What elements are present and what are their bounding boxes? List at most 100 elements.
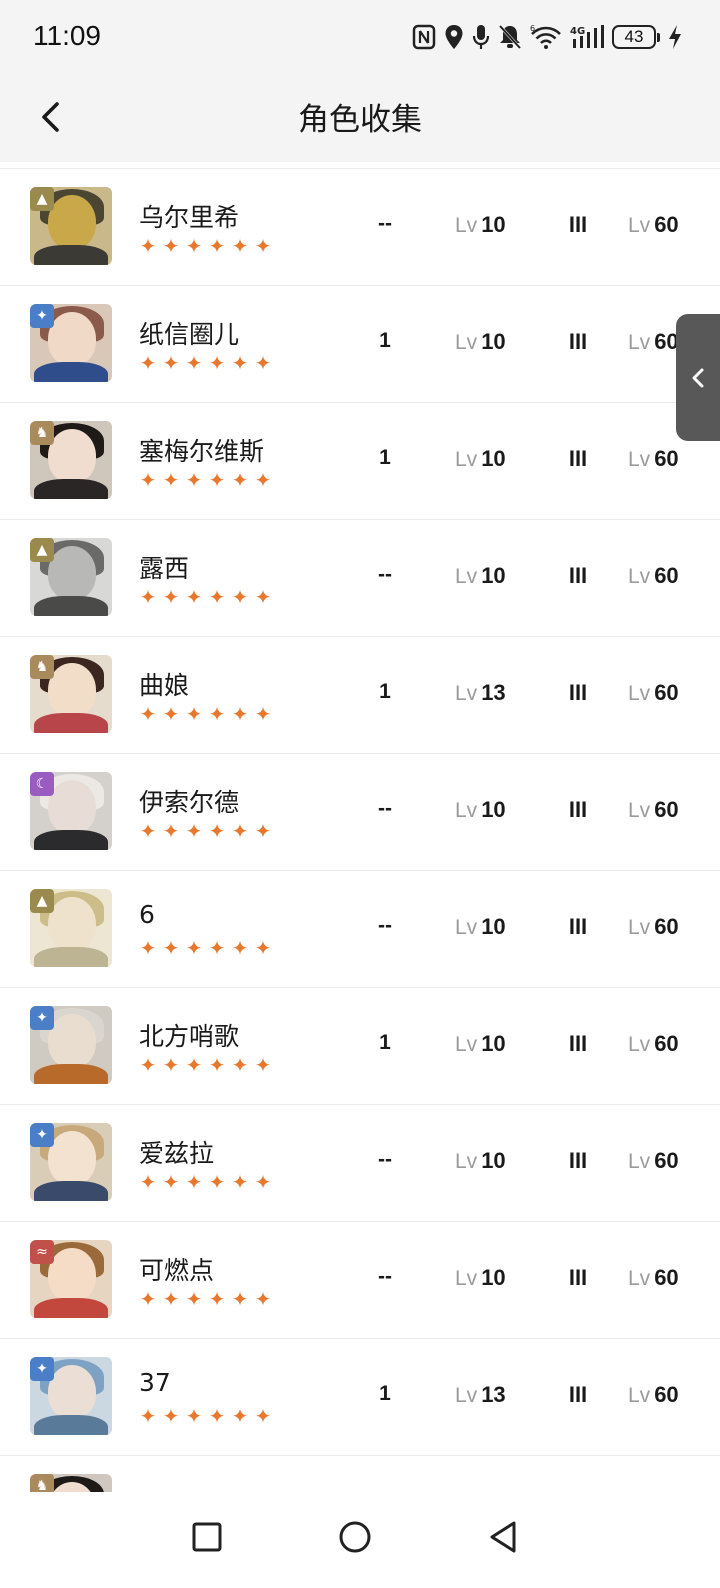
star-icon: ✦ xyxy=(30,1123,54,1147)
location-icon xyxy=(445,25,463,49)
character-name: 爱兹拉 xyxy=(139,1139,215,1168)
bell-off-icon xyxy=(498,24,522,50)
app-header: 角色收集 xyxy=(0,74,720,162)
rarity-stars: ✦ ✦ ✦ ✦ ✦ ✦ xyxy=(139,1287,272,1311)
character-row[interactable]: ♞ 塞梅尔维斯 ✦ ✦ ✦ ✦ ✦ ✦ 1 Lv 10 III Lv 60 xyxy=(0,403,720,520)
page-title: 角色收集 xyxy=(298,102,422,138)
character-row[interactable]: ✦ 37 ✦ ✦ ✦ ✦ ✦ ✦ 1 Lv 13 III Lv 60 xyxy=(0,1339,720,1456)
signal-4g-icon: 4G xyxy=(570,25,604,48)
character-name: 塞梅尔维斯 xyxy=(139,437,265,466)
insight-count: -- xyxy=(378,1148,392,1171)
insight-count: 1 xyxy=(379,446,391,469)
charging-icon xyxy=(669,25,681,49)
character-row[interactable]: ▲ 6 ✦ ✦ ✦ ✦ ✦ ✦ -- Lv 10 III Lv 60 xyxy=(0,871,720,988)
svg-text:6: 6 xyxy=(530,24,535,33)
character-name: 乌尔里希 xyxy=(139,203,240,232)
insight-count: 1 xyxy=(379,1382,391,1405)
battery-indicator: 43 xyxy=(612,25,660,49)
character-list[interactable]: ▲ 乌尔里希 ✦ ✦ ✦ ✦ ✦ ✦ -- Lv 10 III Lv 60 ✦ 纸信圈儿 ✦ ✦… xyxy=(0,168,720,1508)
character-name: 露西 xyxy=(139,554,190,583)
max-level: Lv 60 xyxy=(628,1031,679,1056)
character-row[interactable]: ♞ 曲娘 ✦ ✦ ✦ ✦ ✦ ✦ 1 Lv 13 III Lv 60 xyxy=(0,637,720,754)
beast-icon: ♞ xyxy=(30,421,54,445)
max-level: Lv 60 xyxy=(628,1382,679,1407)
character-name: 北方哨歌 xyxy=(139,1022,240,1051)
mineral-icon: ▲ xyxy=(30,889,54,913)
character-row[interactable]: ✦ 纸信圈儿 ✦ ✦ ✦ ✦ ✦ ✦ 1 Lv 10 III Lv 60 xyxy=(0,286,720,403)
character-avatar: ▲ xyxy=(30,187,112,265)
insight-count: 1 xyxy=(379,329,391,352)
current-level: Lv 10 xyxy=(455,329,506,354)
insight-count: -- xyxy=(378,563,392,586)
character-row[interactable]: ≈ 可燃点 ✦ ✦ ✦ ✦ ✦ ✦ -- Lv 10 III Lv 60 xyxy=(0,1222,720,1339)
star-icon: ✦ xyxy=(30,1006,54,1030)
character-avatar: ✦ xyxy=(30,304,112,382)
insight-phase: III xyxy=(568,329,588,354)
insight-phase: III xyxy=(568,797,588,822)
status-bar: 11:09 6 4G 43 xyxy=(0,0,720,74)
character-row[interactable]: ▲ 露西 ✦ ✦ ✦ ✦ ✦ ✦ -- Lv 10 III Lv 60 xyxy=(0,520,720,637)
rarity-stars: ✦ ✦ ✦ ✦ ✦ ✦ xyxy=(139,702,272,726)
character-row[interactable]: ✦ 爱兹拉 ✦ ✦ ✦ ✦ ✦ ✦ -- Lv 10 III Lv 60 xyxy=(0,1105,720,1222)
home-circle-icon xyxy=(339,1521,371,1553)
insight-phase: III xyxy=(568,446,588,471)
insight-count: 1 xyxy=(379,680,391,703)
insight-count: -- xyxy=(378,212,392,235)
insight-count: -- xyxy=(378,1265,392,1288)
max-level: Lv 60 xyxy=(628,1148,679,1173)
rarity-stars: ✦ ✦ ✦ ✦ ✦ ✦ xyxy=(139,936,272,960)
max-level: Lv 60 xyxy=(628,797,679,822)
back-nav-button[interactable] xyxy=(478,1512,528,1562)
character-row[interactable]: ☾ 伊索尔德 ✦ ✦ ✦ ✦ ✦ ✦ -- Lv 10 III Lv 60 xyxy=(0,754,720,871)
current-level: Lv 10 xyxy=(455,446,506,471)
insight-phase: III xyxy=(568,563,588,588)
nfc-icon xyxy=(412,24,436,50)
recents-button[interactable] xyxy=(182,1512,232,1562)
rarity-stars: ✦ ✦ ✦ ✦ ✦ ✦ xyxy=(139,585,272,609)
microphone-icon xyxy=(472,25,490,49)
insight-phase: III xyxy=(568,1382,588,1407)
beast-icon: ♞ xyxy=(30,655,54,679)
spirit-icon: ☾ xyxy=(30,772,54,796)
max-level: Lv 60 xyxy=(628,680,679,705)
max-level: Lv 60 xyxy=(628,212,679,237)
plant-icon: ≈ xyxy=(30,1240,54,1264)
current-level: Lv 13 xyxy=(455,680,506,705)
current-level: Lv 10 xyxy=(455,797,506,822)
insight-phase: III xyxy=(568,212,588,237)
rarity-stars: ✦ ✦ ✦ ✦ ✦ ✦ xyxy=(139,1170,272,1194)
character-name: 伊索尔德 xyxy=(139,788,240,817)
character-name: 37 xyxy=(139,1368,171,1397)
current-level: Lv 10 xyxy=(455,212,506,237)
character-avatar: ▲ xyxy=(30,538,112,616)
insight-phase: III xyxy=(568,680,588,705)
character-name: 6 xyxy=(139,900,155,929)
rarity-stars: ✦ ✦ ✦ ✦ ✦ ✦ xyxy=(139,468,272,492)
rarity-stars: ✦ ✦ ✦ ✦ ✦ ✦ xyxy=(139,1053,272,1077)
rarity-stars: ✦ ✦ ✦ ✦ ✦ ✦ xyxy=(139,234,272,258)
character-avatar: ✦ xyxy=(30,1357,112,1435)
current-level: Lv 10 xyxy=(455,1031,506,1056)
side-panel-toggle[interactable] xyxy=(676,314,720,441)
max-level: Lv 60 xyxy=(628,914,679,939)
svg-text:4G: 4G xyxy=(570,26,585,37)
max-level: Lv 60 xyxy=(628,563,679,588)
current-level: Lv 10 xyxy=(455,914,506,939)
star-icon: ✦ xyxy=(30,1357,54,1381)
character-name: 可燃点 xyxy=(139,1256,215,1285)
max-level: Lv 60 xyxy=(628,446,679,471)
insight-phase: III xyxy=(568,1265,588,1290)
current-level: Lv 10 xyxy=(455,1265,506,1290)
home-button[interactable] xyxy=(330,1512,380,1562)
character-avatar: ✦ xyxy=(30,1006,112,1084)
max-level: Lv 60 xyxy=(628,1265,679,1290)
rarity-stars: ✦ ✦ ✦ ✦ ✦ ✦ xyxy=(139,1404,272,1428)
character-row[interactable]: ✦ 北方哨歌 ✦ ✦ ✦ ✦ ✦ ✦ 1 Lv 10 III Lv 60 xyxy=(0,988,720,1105)
character-avatar: ▲ xyxy=(30,889,112,967)
current-level: Lv 10 xyxy=(455,563,506,588)
character-avatar: ♞ xyxy=(30,655,112,733)
character-avatar: ≈ xyxy=(30,1240,112,1318)
character-avatar: ✦ xyxy=(30,1123,112,1201)
character-row[interactable]: ▲ 乌尔里希 ✦ ✦ ✦ ✦ ✦ ✦ -- Lv 10 III Lv 60 xyxy=(0,169,720,286)
rarity-stars: ✦ ✦ ✦ ✦ ✦ ✦ xyxy=(139,351,272,375)
